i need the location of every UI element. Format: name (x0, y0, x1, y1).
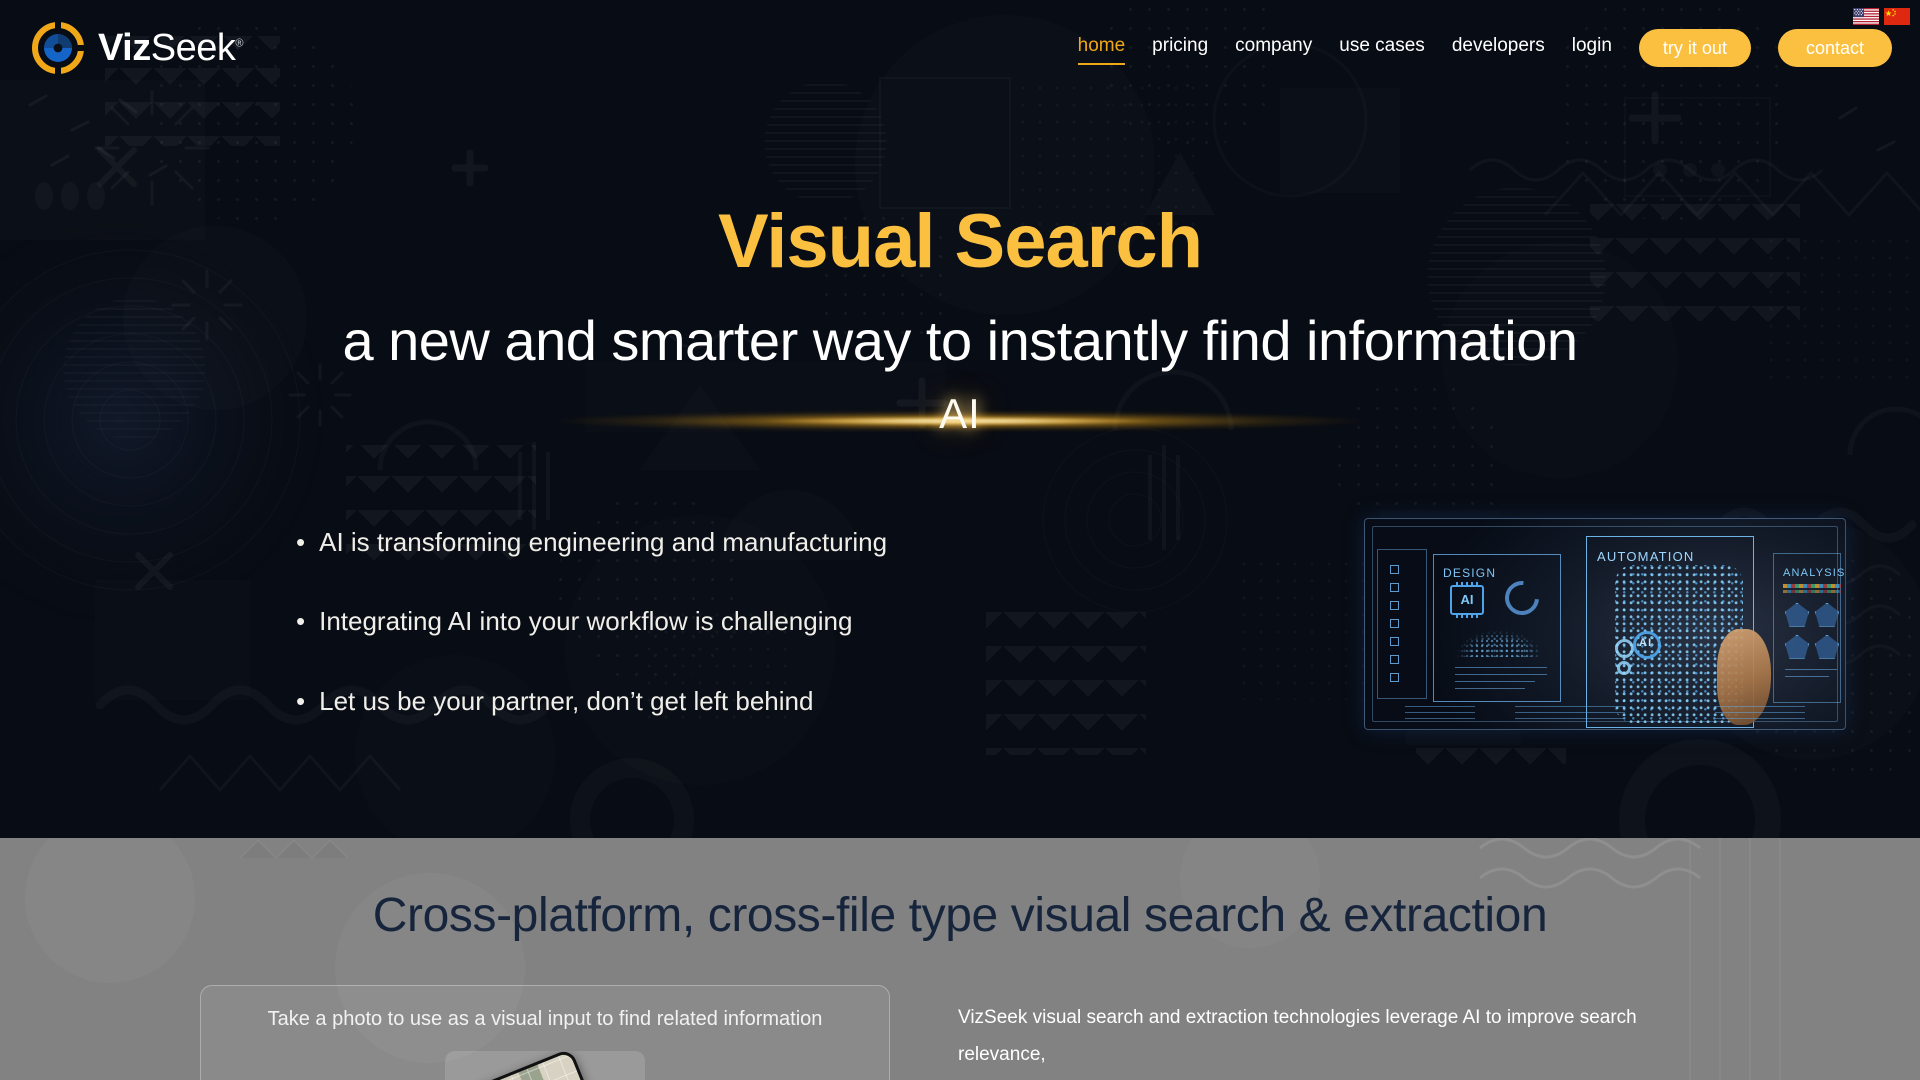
china-flag-icon[interactable] (1884, 8, 1910, 25)
contact-button[interactable]: contact (1777, 29, 1892, 67)
brand-trademark: ® (235, 37, 243, 50)
phone-grid-overlay (463, 1051, 603, 1080)
gear-ai-label: AI (1639, 636, 1653, 649)
hero-subheadline: a new and smarter way to instantly find … (342, 309, 1578, 372)
nav-link-login[interactable]: login (1572, 35, 1612, 61)
brand-viz-text: Viz (98, 27, 151, 69)
take-a-photo-card[interactable]: Take a photo to use as a visual input to… (200, 985, 890, 1080)
gear-icon (1615, 638, 1634, 658)
bullet-marker-icon: • (296, 686, 306, 717)
hud-check-icon (1390, 636, 1399, 646)
bullet-text: Integrating AI into your workflow is cha… (319, 606, 853, 637)
hud-color-bars (1783, 583, 1841, 588)
hud-frame: DESIGN AI AUTOMATION AI ANALYSIS (1364, 517, 1846, 730)
hero-section: VizSeek® home pricing company use cases … (0, 0, 1920, 838)
brand-logo[interactable]: VizSeek® (32, 22, 243, 74)
bullet-marker-icon: • (296, 526, 306, 557)
aperture-lens-icon (32, 22, 84, 74)
hud-detail-line (1785, 668, 1837, 670)
hero-headline: Visual Search (717, 199, 1203, 284)
bullet-text: Let us be your partner, don’t get left b… (319, 686, 814, 717)
wireframe-car-icon (1441, 622, 1557, 657)
nav-link-company[interactable]: company (1235, 35, 1312, 61)
cross-platform-section: Cross-platform, cross-file type visual s… (0, 838, 1920, 1080)
hud-detail-line (1455, 673, 1547, 675)
ai-glow-divider: AI (0, 382, 1920, 460)
hud-design-label: DESIGN (1443, 565, 1497, 580)
bullet-marker-icon: • (296, 606, 306, 637)
hud-color-bars (1783, 589, 1841, 593)
hud-detail-line (1455, 687, 1525, 689)
hud-check-icon (1390, 600, 1399, 610)
bullet-text: AI is transforming engineering and manuf… (319, 526, 888, 557)
hud-check-icon (1390, 672, 1399, 682)
hero-bullet-list: • AI is transforming engineering and man… (296, 512, 1086, 719)
hud-detail-line (1455, 680, 1535, 682)
photo-card-title: Take a photo to use as a visual input to… (267, 1008, 823, 1030)
hud-circuit-texture (1715, 704, 1805, 719)
nav-link-home[interactable]: home (1077, 35, 1125, 65)
smartphone-photo-image (445, 1051, 645, 1080)
nav-links-group: home pricing company use cases developer… (1077, 29, 1892, 67)
hud-check-icon (1390, 564, 1399, 574)
brand-wordmark: VizSeek® (98, 29, 243, 67)
section-title: Cross-platform, cross-file type visual s… (372, 889, 1548, 942)
ai-engineering-hud-image: DESIGN AI AUTOMATION AI ANALYSIS (1364, 517, 1846, 730)
gear-icon (1617, 660, 1631, 675)
hud-analysis-label: ANALYSIS (1783, 566, 1846, 579)
section-content: Cross-platform, cross-file type visual s… (0, 838, 1920, 1080)
try-it-out-button[interactable]: try it out (1638, 29, 1751, 67)
section-paragraph: VizSeek visual search and extraction tec… (958, 985, 1698, 1080)
hud-check-icon (1390, 582, 1399, 592)
section-row: Take a photo to use as a visual input to… (0, 985, 1920, 1080)
list-item: • Let us be your partner, don’t get left… (296, 685, 1086, 719)
phone-device (459, 1051, 607, 1080)
hud-detail-line (1455, 666, 1547, 668)
hud-automation-label: AUTOMATION (1597, 548, 1695, 564)
ai-divider-glyph: AI (939, 389, 981, 437)
brand-seek-text: Seek (150, 27, 236, 69)
nav-link-developers[interactable]: developers (1452, 35, 1545, 61)
hero-bullets-and-image: • AI is transforming engineering and man… (0, 512, 1920, 730)
hud-circuit-texture (1405, 702, 1475, 719)
language-switcher (1853, 8, 1910, 25)
hud-checklist-panel (1377, 548, 1427, 699)
paragraph-line: VizSeek visual search and extraction tec… (958, 1007, 1637, 1066)
hud-detail-line (1785, 675, 1829, 677)
main-navigation: VizSeek® home pricing company use cases … (0, 0, 1920, 96)
hud-circuit-texture (1515, 704, 1625, 719)
hud-check-icon (1390, 654, 1399, 664)
hud-check-icon (1390, 618, 1399, 628)
list-item: • AI is transforming engineering and man… (296, 526, 1086, 560)
hero-content: Visual Search a new and smarter way to i… (0, 204, 1920, 730)
paragraph-line: accuracy and efficiency of the search re… (958, 1073, 1698, 1080)
us-flag-icon[interactable] (1853, 8, 1879, 25)
nav-link-use-cases[interactable]: use cases (1339, 35, 1425, 61)
nav-link-pricing[interactable]: pricing (1152, 35, 1208, 61)
list-item: • Integrating AI into your workflow is c… (296, 605, 1086, 639)
ai-chip-icon: AI (1450, 581, 1484, 618)
